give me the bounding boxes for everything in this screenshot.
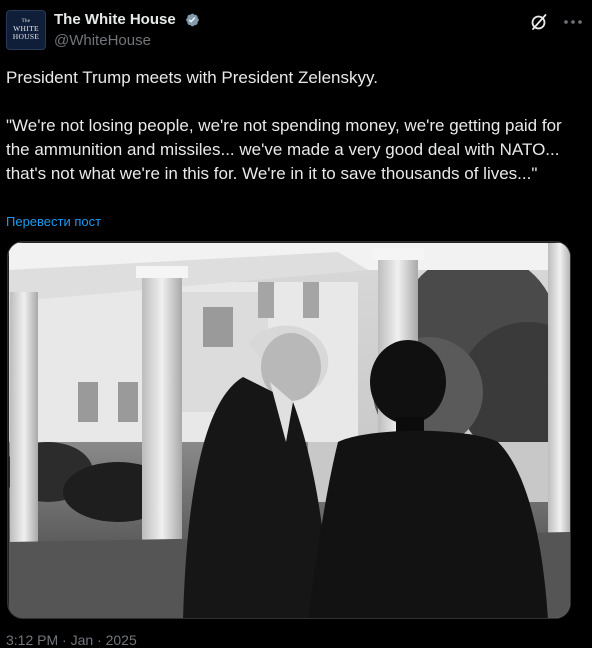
- avatar[interactable]: The WHITE HOUSE: [6, 10, 46, 50]
- grok-icon[interactable]: [529, 12, 549, 32]
- tweet-header: The WHITE HOUSE The White House @WhiteHo…: [6, 8, 586, 50]
- tweet-photo[interactable]: [7, 241, 571, 619]
- tweet-quote: "We're not losing people, we're not spen…: [6, 116, 567, 183]
- author-display-name[interactable]: The White House: [54, 11, 176, 28]
- avatar-text-line: HOUSE: [12, 32, 40, 41]
- tweet-text-line: President Trump meets with President Zel…: [6, 68, 378, 87]
- tweet-text: President Trump meets with President Zel…: [6, 66, 581, 186]
- translate-link[interactable]: Перевести пост: [6, 214, 101, 229]
- author-names: The White House @WhiteHouse: [54, 11, 200, 49]
- photo-scene: [8, 242, 570, 618]
- more-icon[interactable]: [562, 12, 584, 32]
- verified-badge-icon: [186, 13, 199, 27]
- author-handle[interactable]: @WhiteHouse: [54, 32, 200, 49]
- tweet-meta: 3:12 PM · Jan · 2025: [6, 632, 137, 648]
- tweet: The WHITE HOUSE The White House @WhiteHo…: [0, 0, 592, 648]
